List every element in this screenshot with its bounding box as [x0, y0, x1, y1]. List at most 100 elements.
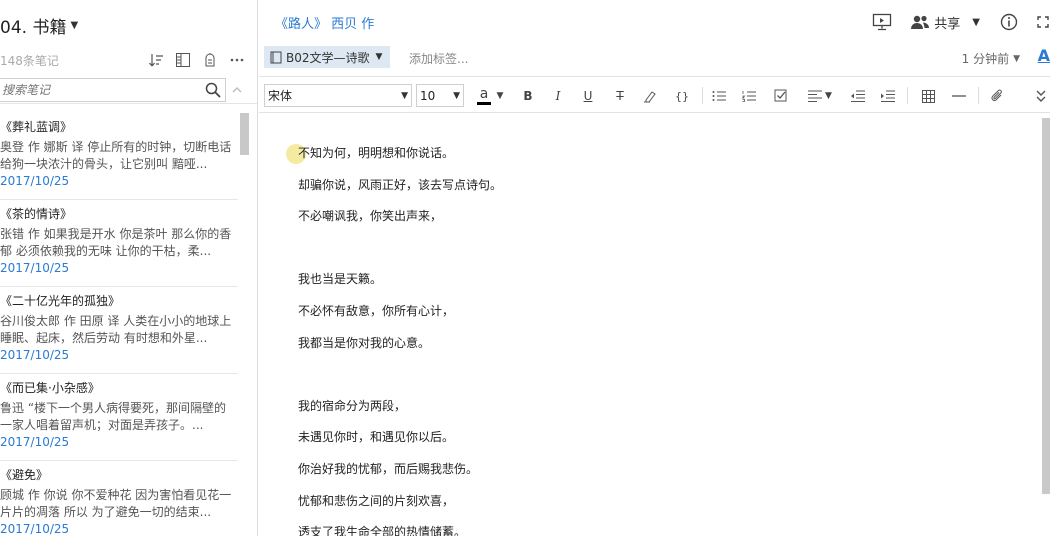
paperclip-icon	[991, 89, 1002, 101]
expand-button[interactable]	[1036, 15, 1050, 29]
divider	[0, 103, 257, 104]
note-date: 2017/10/25	[0, 435, 70, 449]
font-family-value: 宋体	[268, 89, 293, 103]
notebook-title[interactable]: 04. 书籍 ▼	[0, 13, 78, 38]
notebook-chip-label: B02文学—诗歌	[286, 50, 370, 65]
table-button[interactable]	[920, 86, 936, 106]
code-button[interactable]: {}	[673, 86, 691, 106]
font-size-value: 10	[420, 88, 436, 103]
share-button[interactable]: 共享 ▼	[910, 13, 980, 32]
indent-button[interactable]	[879, 86, 895, 106]
editor-panel: 《路人》 西贝 作 共享 ▼ B02文学—诗歌 ▼ 添加标签... 1 分钟前 …	[259, 0, 1050, 536]
present-button[interactable]	[872, 13, 892, 31]
text-line: 我都当是你对我的心意。	[298, 335, 431, 350]
note-date: 2017/10/25	[0, 522, 70, 536]
editor-scrollbar[interactable]	[1042, 118, 1050, 494]
scrollbar-thumb[interactable]	[240, 113, 249, 155]
note-count: 148条笔记	[0, 54, 59, 68]
search-input[interactable]	[0, 79, 201, 101]
scroll-up-button[interactable]	[226, 79, 248, 101]
text-line: 却骗你说，风雨正好，该去写点诗句。	[298, 177, 503, 192]
app-window: 04. 书籍 ▼ 148条笔记 搜索笔记 《葬礼蓝调》 奥登 作 娜斯 译 停止…	[0, 0, 1050, 536]
indent-icon	[880, 90, 895, 102]
notebook-selector[interactable]: B02文学—诗歌 ▼	[264, 46, 391, 68]
notebook-title-text: 04. 书籍	[0, 18, 67, 38]
align-dropdown[interactable]: ▼	[806, 86, 834, 106]
info-icon	[1000, 13, 1018, 31]
list-item[interactable]: 《避免》 顾城 作 你说 你不爱种花 因为害怕看见花一片片的凋落 所以 为了避免…	[0, 461, 238, 536]
outdent-icon	[850, 90, 865, 102]
note-list-scrollbar[interactable]	[240, 113, 250, 536]
note-snippet: 谷川俊太郎 作 田原 译 人类在小小的地球上 睡眠、起床，然后劳动 有时想和外星…	[0, 314, 232, 345]
list-item[interactable]: 《而已集·小杂感》 鲁迅 “楼下一个男人病得要死，那间隔壁的一家人唱着留声机；对…	[0, 374, 238, 461]
expand-icon	[1037, 16, 1049, 28]
note-title: 《葬礼蓝调》	[0, 120, 73, 134]
saved-time-label: 1 分钟前	[961, 52, 1010, 66]
more-button[interactable]	[223, 50, 250, 70]
text-line: 透支了我生命全部的热情储蓄。	[298, 525, 467, 536]
chevron-down-icon: ▼	[972, 16, 980, 28]
share-label: 共享	[934, 16, 961, 32]
chevron-double-down-icon	[1036, 90, 1046, 102]
chevron-down-icon: ▼	[453, 91, 460, 101]
text-line: 我也当是天籁。	[298, 272, 383, 287]
note-title: 《茶的情诗》	[0, 207, 73, 221]
layout-icon	[175, 53, 190, 67]
list-item[interactable]: 《葬礼蓝调》 奥登 作 娜斯 译 停止所有的时钟，切断电话 给狗一块浓汁的骨头，…	[0, 113, 238, 200]
toolbar-overflow-button[interactable]	[1035, 86, 1047, 106]
note-editor[interactable]: 不知为何，明明想和你说话。 却骗你说，风雨正好，该去写点诗句。 不必嘲讽我，你笑…	[259, 114, 1050, 536]
bullet-list-button[interactable]	[711, 86, 727, 106]
highlight-button[interactable]	[642, 86, 658, 106]
attachment-button[interactable]	[989, 86, 1005, 106]
highlighter-icon	[644, 91, 656, 103]
font-settings-button[interactable]: A	[1038, 46, 1050, 65]
strikethrough-button[interactable]: T	[613, 86, 627, 106]
bullet-list-icon	[712, 91, 726, 101]
search-box	[0, 78, 226, 102]
text-color-button[interactable]: a	[475, 86, 493, 106]
underline-button[interactable]: U	[581, 86, 595, 106]
note-title: 《避免》	[0, 468, 49, 482]
reminder-button[interactable]	[196, 50, 223, 70]
color-swatch	[477, 102, 491, 105]
divider	[978, 87, 979, 104]
note-title-field[interactable]: 《路人》 西贝 作	[275, 13, 374, 32]
view-toggle-button[interactable]	[169, 50, 196, 70]
text-color-glyph: a	[479, 86, 489, 102]
outdent-button[interactable]	[849, 86, 865, 106]
horizontal-rule-button[interactable]	[951, 86, 967, 106]
text-line: 忧郁和悲伤之间的片刻欢喜，	[298, 493, 455, 508]
more-icon	[230, 58, 243, 62]
note-snippet: 鲁迅 “楼下一个男人病得要死，那间隔壁的一家人唱着留声机；对面是弄孩子。...	[0, 401, 227, 432]
sort-icon	[148, 54, 163, 67]
note-body[interactable]: 不知为何，明明想和你说话。 却骗你说，风雨正好，该去写点诗句。 不必嘲讽我，你笑…	[298, 142, 998, 536]
search-button[interactable]	[201, 79, 225, 101]
text-line: 你治好我的忧郁，而后赐我悲伤。	[298, 461, 479, 476]
italic-button[interactable]: I	[551, 86, 565, 106]
note-snippet: 张错 作 如果我是开水 你是茶叶 那么你的香郁 必须依赖我的无味 让你的干枯，柔…	[0, 227, 232, 258]
chevron-down-icon: ▼	[825, 91, 832, 101]
note-title: 《二十亿光年的孤独》	[0, 294, 121, 308]
text-line: 不必怀有敌意，你所有心计，	[298, 303, 455, 318]
note-title: 《而已集·小杂感》	[0, 381, 100, 395]
text-color-dropdown[interactable]: ▼	[495, 86, 505, 106]
checklist-button[interactable]	[773, 86, 789, 106]
note-list: 《葬礼蓝调》 奥登 作 娜斯 译 停止所有的时钟，切断电话 给狗一块浓汁的骨头，…	[0, 113, 238, 536]
info-button[interactable]	[1000, 13, 1018, 31]
font-size-select[interactable]: 10 ▼	[416, 84, 464, 107]
list-item[interactable]: 《二十亿光年的孤独》 谷川俊太郎 作 田原 译 人类在小小的地球上 睡眠、起床，…	[0, 287, 238, 374]
font-family-select[interactable]: 宋体 ▼	[264, 84, 412, 107]
format-toolbar: 宋体 ▼ 10 ▼ a ▼ B I U T {} ▼	[259, 76, 1050, 113]
saved-time[interactable]: 1 分钟前 ▼	[962, 50, 1020, 67]
add-tag-field[interactable]: 添加标签...	[409, 50, 468, 67]
bold-button[interactable]: B	[521, 86, 535, 106]
chevron-down-icon: ▼	[70, 20, 79, 31]
list-item[interactable]: 《茶的情诗》 张错 作 如果我是开水 你是茶叶 那么你的香郁 必须依赖我的无味 …	[0, 200, 238, 287]
sort-button[interactable]	[142, 50, 169, 70]
note-date: 2017/10/25	[0, 348, 70, 362]
checkbox-icon	[774, 89, 787, 102]
reminder-icon	[205, 53, 214, 67]
chevron-up-icon	[232, 87, 242, 93]
note-date: 2017/10/25	[0, 174, 70, 188]
numbered-list-button[interactable]	[741, 86, 757, 106]
